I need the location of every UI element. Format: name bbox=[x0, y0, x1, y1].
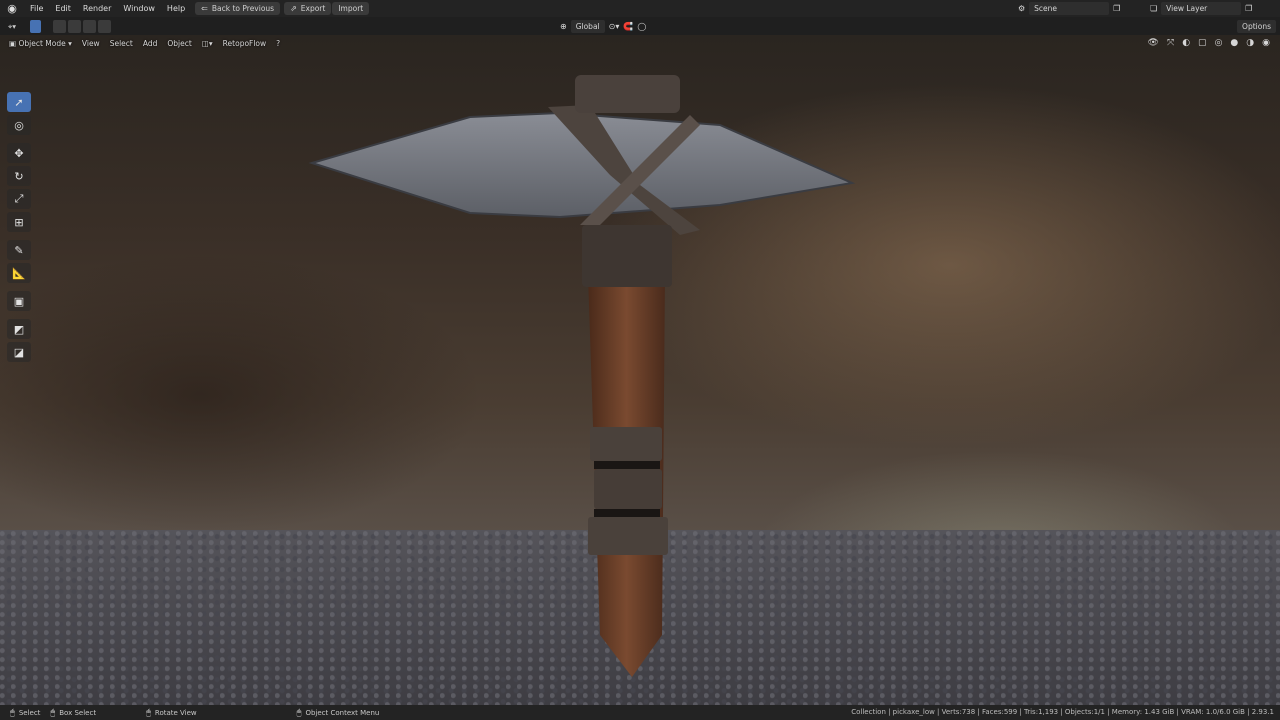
mouse-left-icon: 🖱 bbox=[10, 707, 15, 717]
status-bar: 🖱 Select 🖱 Box Select 🖱 Rotate View 🖱 Ob… bbox=[0, 705, 1280, 720]
hint-select: 🖱 Select bbox=[10, 707, 41, 717]
annotate-tool-icon[interactable]: ✎ bbox=[7, 240, 31, 260]
snap-icon[interactable]: 🧲 bbox=[623, 22, 633, 31]
gizmo-menu-icon[interactable]: ◫▾ bbox=[197, 39, 218, 48]
transform-orientation[interactable]: ⊕ Global ⊙▾ 🧲 ◯ bbox=[560, 19, 646, 33]
menu-window[interactable]: Window bbox=[117, 0, 161, 17]
export-icon: ⇗ bbox=[290, 4, 297, 13]
rotate-tool-icon[interactable]: ↻ bbox=[7, 166, 31, 186]
options-dropdown[interactable]: Options bbox=[1237, 19, 1276, 33]
scene-copy-icon[interactable]: ❐ bbox=[1113, 4, 1120, 13]
hint-rotate-view: 🖱 Rotate View bbox=[146, 707, 197, 717]
viewport-header: ▣ Object Mode ▾ View Select Add Object ◫… bbox=[0, 35, 1280, 51]
mode-subtract-icon[interactable] bbox=[83, 19, 96, 33]
menu-edit[interactable]: Edit bbox=[49, 0, 77, 17]
shear-tool-icon[interactable]: ◩ bbox=[7, 319, 31, 339]
scene-name-field[interactable]: Scene bbox=[1029, 2, 1110, 15]
scale-tool-icon[interactable]: ⤢ bbox=[7, 189, 31, 209]
menu-render[interactable]: Render bbox=[77, 0, 117, 17]
material-shading-icon[interactable]: ◑ bbox=[1246, 38, 1254, 48]
shading-controls: 👁 ⤧ ◐ ▢ ◎ ● ◑ ◉ bbox=[1148, 38, 1270, 48]
menu-help[interactable]: Help bbox=[161, 0, 191, 17]
help-icon[interactable]: ? bbox=[271, 39, 285, 48]
scene-statistics: Collection | pickaxe_low | Verts:738 | F… bbox=[851, 708, 1274, 716]
view-layer-name-field[interactable]: View Layer bbox=[1161, 2, 1242, 15]
visibility-icon[interactable]: 👁 bbox=[1148, 38, 1159, 48]
mouse-middle-icon: 🖱 bbox=[146, 707, 151, 717]
add-cube-tool-icon[interactable]: ▣ bbox=[7, 291, 31, 311]
wireframe-shading-icon[interactable]: ◎ bbox=[1215, 38, 1223, 48]
view-layer-icon: ❏ bbox=[1150, 4, 1158, 13]
pivot-icon[interactable]: ⊙▾ bbox=[609, 22, 620, 31]
rendered-shading-icon[interactable]: ◉ bbox=[1262, 38, 1270, 48]
cursor-tool-icon[interactable]: ◎ bbox=[7, 115, 31, 135]
editor-type-icon[interactable]: ⌖▾ bbox=[4, 20, 20, 33]
select-mode-icon[interactable] bbox=[30, 19, 41, 33]
move-tool-icon[interactable]: ✥ bbox=[7, 143, 31, 163]
overlay-toggle-icon[interactable]: ◐ bbox=[1182, 38, 1190, 48]
view-layer-selector[interactable]: ❏ View Layer ❐ bbox=[1150, 2, 1252, 15]
blender-logo-icon[interactable]: ◉ bbox=[0, 0, 24, 17]
tool-shelf: ➚ ◎ ✥ ↻ ⤢ ⊞ ✎ 📐 ▣ ◩ ◪ bbox=[5, 92, 33, 365]
mode-selector[interactable]: ▣ Object Mode ▾ bbox=[4, 39, 77, 48]
viewport-menu-add[interactable]: Add bbox=[138, 39, 163, 48]
3d-viewport[interactable]: ➚ ◎ ✥ ↻ ⤢ ⊞ ✎ 📐 ▣ ◩ ◪ bbox=[0, 35, 1280, 705]
orientation-icon: ⊕ bbox=[560, 21, 567, 31]
proportional-icon[interactable]: ◯ bbox=[637, 22, 646, 31]
viewport-menu-select[interactable]: Select bbox=[105, 39, 138, 48]
mode-intersect-icon[interactable] bbox=[98, 19, 111, 33]
import-button[interactable]: Import bbox=[332, 2, 370, 15]
xray-icon[interactable]: ▢ bbox=[1198, 38, 1207, 48]
mouse-drag-icon: 🖱 bbox=[50, 707, 56, 717]
viewport-menu-view[interactable]: View bbox=[77, 39, 105, 48]
transform-tool-icon[interactable]: ⊞ bbox=[7, 212, 31, 232]
scene-icon: ⚙ bbox=[1018, 4, 1026, 13]
mouse-right-icon: 🖱 bbox=[296, 707, 302, 717]
top-menu-bar: ◉ File Edit Render Window Help ⇐ Back to… bbox=[0, 0, 1280, 17]
select-box-tool-icon[interactable]: ➚ bbox=[7, 92, 31, 112]
mode-new-icon[interactable] bbox=[53, 19, 66, 33]
tool-header: ⌖▾ ⊕ Global ⊙▾ 🧲 ◯ Options bbox=[0, 17, 1280, 35]
solid-shading-icon[interactable]: ● bbox=[1230, 38, 1238, 48]
menu-file[interactable]: File bbox=[24, 0, 49, 17]
retopoflow-menu[interactable]: RetopoFlow bbox=[218, 39, 272, 48]
mode-extend-icon[interactable] bbox=[68, 19, 81, 33]
back-to-previous-button[interactable]: ⇐ Back to Previous bbox=[195, 2, 281, 15]
back-icon: ⇐ bbox=[201, 4, 208, 13]
view-layer-copy-icon[interactable]: ❐ bbox=[1245, 4, 1252, 13]
export-button[interactable]: ⇗ Export bbox=[284, 2, 332, 15]
hint-context-menu: 🖱 Object Context Menu bbox=[296, 707, 380, 717]
viewport-menu-object[interactable]: Object bbox=[162, 39, 196, 48]
retopo-tool-icon[interactable]: ◪ bbox=[7, 342, 31, 362]
pickaxe-model[interactable] bbox=[0, 35, 1280, 705]
scene-selector[interactable]: ⚙ Scene ❐ bbox=[1018, 2, 1120, 15]
gizmo-toggle-icon[interactable]: ⤧ bbox=[1167, 38, 1174, 48]
measure-tool-icon[interactable]: 📐 bbox=[7, 263, 31, 283]
hint-box-select: 🖱 Box Select bbox=[50, 707, 97, 717]
